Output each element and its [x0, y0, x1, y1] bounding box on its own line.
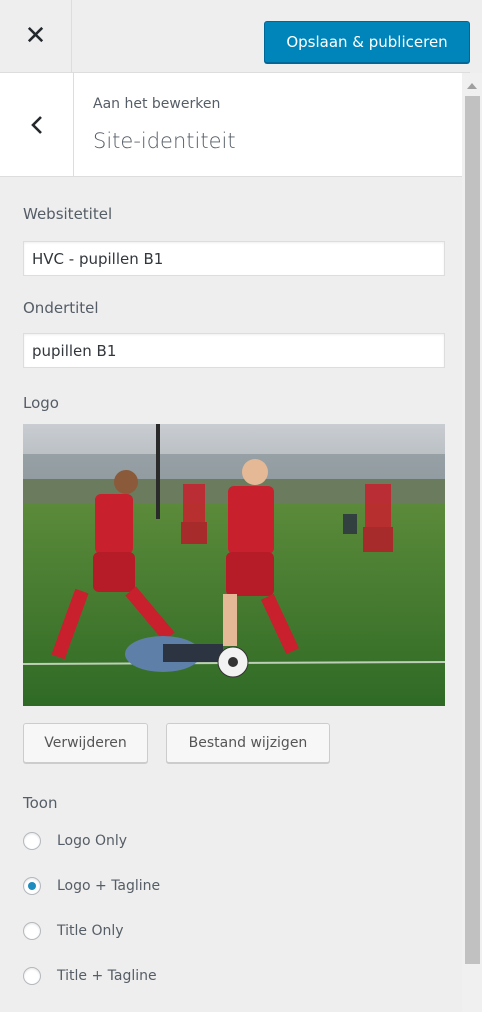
- radio-label: Title + Tagline: [57, 968, 157, 984]
- scroll-up-arrow-icon[interactable]: [467, 83, 477, 89]
- tagline-label: Ondertitel: [23, 299, 99, 317]
- section-title: Site-identiteit: [93, 129, 236, 153]
- radio-logo-only[interactable]: Logo Only: [23, 829, 127, 853]
- radio-label: Logo Only: [57, 833, 128, 849]
- radio-button[interactable]: [23, 922, 41, 940]
- remove-logo-button[interactable]: Verwijderen: [23, 723, 148, 763]
- customizer-header: ✕ Opslaan & publiceren: [0, 0, 470, 73]
- radio-logo-tagline[interactable]: Logo + Tagline: [23, 874, 160, 898]
- chevron-left-icon: [30, 115, 42, 134]
- radio-label: Logo + Tagline: [57, 878, 161, 894]
- logo-image[interactable]: [23, 424, 445, 706]
- display-label: Toon: [23, 794, 58, 812]
- close-button[interactable]: ✕: [0, 0, 72, 72]
- radio-button[interactable]: [23, 832, 41, 850]
- site-title-label: Websitetitel: [23, 205, 113, 223]
- tagline-input[interactable]: [23, 333, 445, 368]
- section-header: Aan het bewerken Site-identiteit: [0, 73, 462, 177]
- site-title-input[interactable]: [23, 241, 445, 276]
- publish-button[interactable]: Opslaan & publiceren: [264, 21, 470, 63]
- change-logo-button[interactable]: Bestand wijzigen: [166, 723, 330, 763]
- close-icon: ✕: [24, 21, 47, 51]
- logo-label: Logo: [23, 394, 59, 412]
- radio-title-tagline[interactable]: Title + Tagline: [23, 964, 157, 988]
- radio-button-checked[interactable]: [23, 877, 41, 895]
- scrollbar-thumb[interactable]: [465, 96, 480, 964]
- soccer-photo: [23, 424, 445, 706]
- back-button[interactable]: [0, 73, 74, 176]
- breadcrumb: Aan het bewerken: [93, 96, 221, 112]
- radio-button[interactable]: [23, 967, 41, 985]
- radio-title-only[interactable]: Title Only: [23, 919, 124, 943]
- radio-label: Title Only: [57, 923, 124, 939]
